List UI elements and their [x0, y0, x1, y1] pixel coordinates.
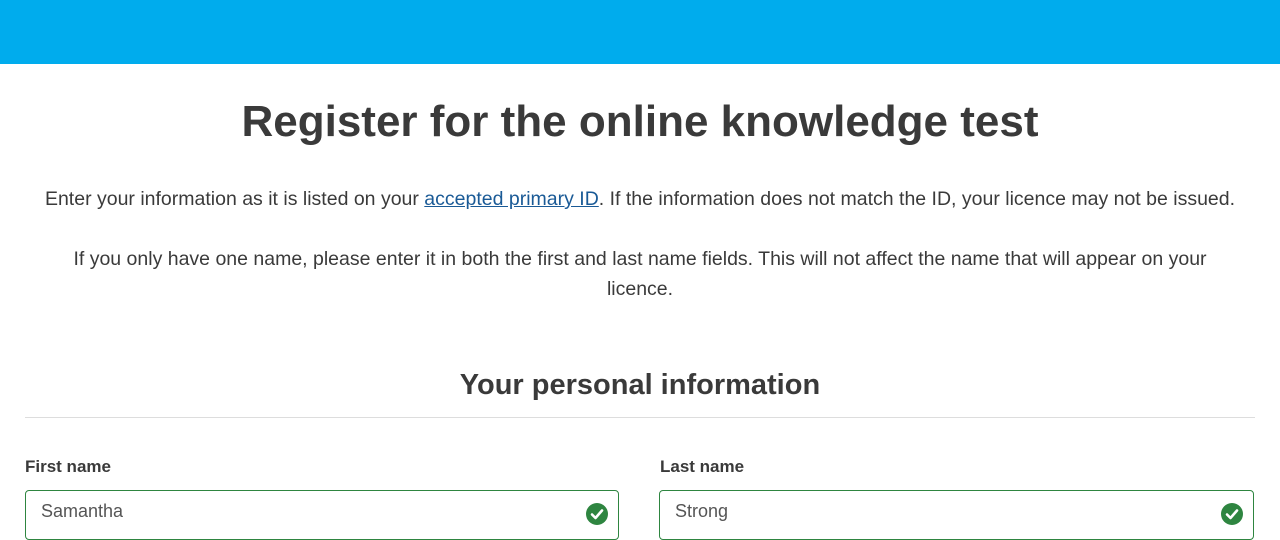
- first-name-field[interactable]: [25, 490, 619, 540]
- last-name-field[interactable]: [659, 490, 1254, 540]
- intro-text-after: . If the information does not match the …: [598, 188, 1236, 210]
- last-name-label: Last name: [660, 457, 745, 476]
- top-header-bar: [0, 0, 1280, 64]
- section-title: Your personal information: [459, 369, 821, 401]
- accepted-primary-id-link[interactable]: accepted primary ID: [424, 188, 598, 210]
- check-circle-icon: [586, 503, 608, 525]
- section-divider: [25, 417, 1255, 418]
- page-title: Register for the online knowledge test: [241, 97, 1039, 146]
- last-name-input[interactable]: [675, 501, 1195, 522]
- intro-text-before: Enter your information as it is listed o…: [44, 188, 425, 210]
- first-name-input[interactable]: [41, 501, 561, 522]
- single-name-note: If you only have one name, please enter …: [73, 248, 1207, 300]
- intro-text: Enter your information as it is listed o…: [0, 184, 1280, 214]
- first-name-label: First name: [25, 457, 111, 476]
- check-circle-icon: [1221, 503, 1243, 525]
